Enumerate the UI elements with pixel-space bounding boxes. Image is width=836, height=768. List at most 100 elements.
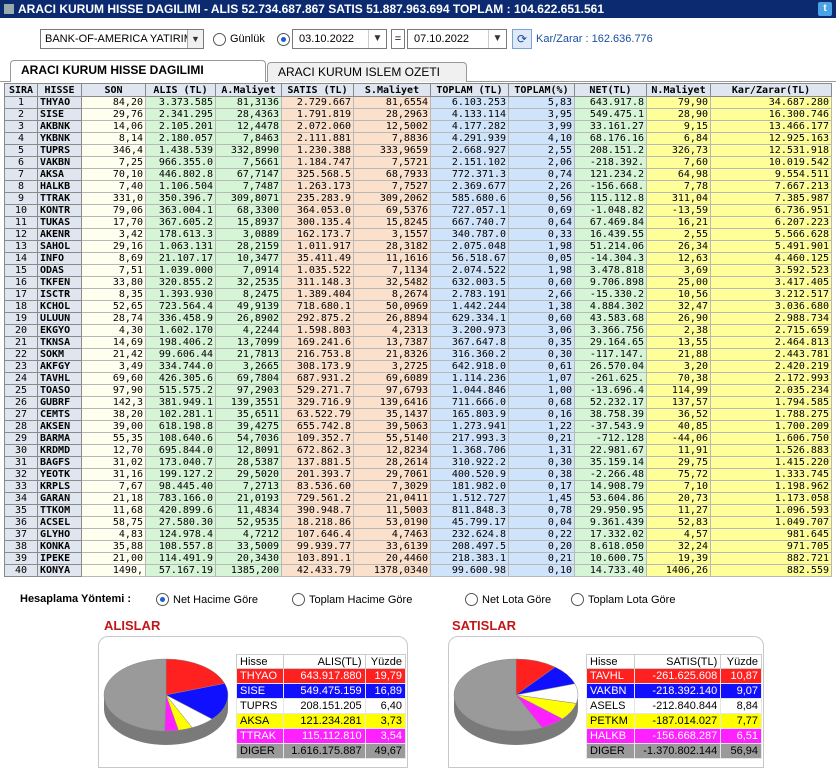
table-row[interactable]: 29 BARMA 55,35 108.640.6 54,7036 109.352.7 55,… xyxy=(4,432,832,445)
cell-toplam-pct: 0,60 xyxy=(508,276,575,289)
table-row[interactable]: 28 AKSEN 39,00 618.198.8 39,4275 655.742.8 39,… xyxy=(4,420,832,433)
table-row[interactable]: 22 SOKM 21,42 99.606.44 21,7813 216.753.8 21,8… xyxy=(4,348,832,361)
table-row[interactable]: 35 TTKOM 11,68 420.899.6 11,4834 390.948.7 11,… xyxy=(4,504,832,517)
legend-row[interactable]: DIGER -1.370.802.144 56,94 xyxy=(586,743,762,759)
radio-toplam-lota[interactable] xyxy=(571,593,584,606)
radio-toplam-hacim[interactable] xyxy=(292,593,305,606)
table-row[interactable]: 12 AKENR 3,42 178.613.3 3,0889 162.173.7 3,155… xyxy=(4,228,832,241)
cell-hisse: YEOTK xyxy=(37,468,82,481)
table-row[interactable]: 20 EKGYO 4,30 1.602.170 4,2244 1.598.803 4,231… xyxy=(4,324,832,337)
table-row[interactable]: 11 TUKAS 17,70 367.605.2 15,8937 300.135.4 15,… xyxy=(4,216,832,229)
legend-row[interactable]: ASELS -212.840.844 8,84 xyxy=(586,698,762,714)
table-row[interactable]: 19 ULUUN 28,74 336.458.9 26,8902 292.875.2 26,… xyxy=(4,312,832,325)
table-row[interactable]: 7 AKSA 70,10 446.802.8 67,7147 325.568.5 68,79… xyxy=(4,168,832,181)
column-header-n-maliyet[interactable]: N.Maliyet xyxy=(646,83,711,97)
legend-row[interactable]: TAVHL -261.625.608 10,87 xyxy=(586,668,762,684)
radio-label: Net Lota Göre xyxy=(482,594,552,606)
column-header-toplam[interactable]: TOPLAM (TL) xyxy=(430,83,509,97)
cell-sira: 35 xyxy=(4,504,38,517)
cell-a-maliyet: 28,2159 xyxy=(215,240,282,253)
cell-n-maliyet: 7,10 xyxy=(646,480,711,493)
cell-s-maliyet: 55,5140 xyxy=(353,432,431,445)
cell-toplam: 2.668.927 xyxy=(430,144,509,157)
cell-satis: 1.389.404 xyxy=(281,288,354,301)
cell-net: 22.981.67 xyxy=(574,444,647,457)
table-row[interactable]: 30 KRDMD 12,70 695.844.0 12,8091 672.862.3 12,… xyxy=(4,444,832,457)
table-row[interactable]: 36 ACSEL 58,75 27.580.30 52,9535 18.218.86 53,… xyxy=(4,516,832,529)
date-from-field[interactable]: 03.10.2022 ▼ xyxy=(292,29,387,49)
table-row[interactable]: 32 YEOTK 31,16 199.127.2 29,5020 201.393.7 29,… xyxy=(4,468,832,481)
table-row[interactable]: 10 KONTR 79,06 363.004.1 68,3300 364.053.0 69,… xyxy=(4,204,832,217)
table-row[interactable]: 39 IPEKE 21,00 114.491.9 20,3430 103.891.1 20,… xyxy=(4,552,832,565)
cell-toplam: 632.003.5 xyxy=(430,276,509,289)
cell-net: -13.696.4 xyxy=(574,384,647,397)
column-header-kar-zarar[interactable]: Kar/Zarar(TL) xyxy=(710,83,832,97)
table-row[interactable]: 27 CEMTS 38,20 102.281.1 35,6511 63.522.79 35,… xyxy=(4,408,832,421)
legend-row[interactable]: HALKB -156.668.287 6,51 xyxy=(586,728,762,744)
table-row[interactable]: 13 SAHOL 29,16 1.063.131 28,2159 1.011.917 28,… xyxy=(4,240,832,253)
refresh-button[interactable]: ⟳ xyxy=(512,29,532,49)
chevron-down-icon[interactable]: ▼ xyxy=(187,30,203,48)
table-row[interactable]: 40 KONYA 1490, 57.167.19 1385,200 42.433.79 13… xyxy=(4,564,832,577)
column-header-satis[interactable]: SATIS (TL) xyxy=(281,83,354,97)
legend-row[interactable]: THYAO 643.917.880 19,79 xyxy=(236,668,407,684)
cell-n-maliyet: 1406,26 xyxy=(646,564,711,577)
radio-gunluk[interactable] xyxy=(213,33,226,46)
table-row[interactable]: 9 TTRAK 331,0 350.396.7 309,8071 235.283.9 309… xyxy=(4,192,832,205)
table-row[interactable]: 16 TKFEN 33,80 320.855.2 32,2535 311.148.3 32,… xyxy=(4,276,832,289)
broker-select[interactable]: BANK-OF-AMERICA YATIRIM ▼ xyxy=(40,29,204,49)
calendar-dropdown-icon[interactable]: ▼ xyxy=(368,30,386,48)
table-row[interactable]: 4 YKBNK 8,14 2.180.057 7,8463 2.111.881 7,8836… xyxy=(4,132,832,145)
table-row[interactable]: 21 TKNSA 14,69 198.406.2 13,7099 169.241.6 13,… xyxy=(4,336,832,349)
twitter-icon[interactable]: t xyxy=(818,2,832,16)
calendar-dropdown-icon[interactable]: ▼ xyxy=(488,30,506,48)
table-row[interactable]: 26 GUBRF 142,3 381.949.1 139,3551 329.716.9 13… xyxy=(4,396,832,409)
radio-date-range[interactable] xyxy=(277,33,290,46)
table-row[interactable]: 2 SISE 29,76 2.341.295 28,4363 1.791.819 28,29… xyxy=(4,108,832,121)
tab-hisse-dagilimi[interactable]: ARACI KURUM HISSE DAGILIMI xyxy=(10,60,266,82)
table-row[interactable]: 37 GLYHO 4,83 124.978.4 4,7212 107.646.4 4,746… xyxy=(4,528,832,541)
table-row[interactable]: 5 TUPRS 346,4 1.438.539 332,8990 1.230.388 333… xyxy=(4,144,832,157)
legend-row[interactable]: TTRAK 115.112.810 3,54 xyxy=(236,728,407,744)
cell-s-maliyet: 3,2725 xyxy=(353,360,431,373)
date-to-field[interactable]: 07.10.2022 ▼ xyxy=(407,29,507,49)
cell-n-maliyet: 75,72 xyxy=(646,468,711,481)
legend-row[interactable]: SISE 549.475.159 16,89 xyxy=(236,683,407,699)
table-row[interactable]: 23 AKFGY 3,49 334.744.0 3,2665 308.173.9 3,272… xyxy=(4,360,832,373)
table-row[interactable]: 8 HALKB 7,40 1.106.504 7,7487 1.263.173 7,7527… xyxy=(4,180,832,193)
column-header-hisse[interactable]: HISSE xyxy=(37,83,82,97)
column-header-son[interactable]: SON xyxy=(81,83,146,97)
table-row[interactable]: 17 ISCTR 8,35 1.393.930 8,2475 1.389.404 8,267… xyxy=(4,288,832,301)
table-row[interactable]: 25 TOASO 97,90 515.575.2 97,2903 529.271.7 97,… xyxy=(4,384,832,397)
table-row[interactable]: 34 GARAN 21,18 783.166.0 21,0193 729.561.2 21,… xyxy=(4,492,832,505)
column-header-alis[interactable]: ALIS (TL) xyxy=(145,83,216,97)
legend-row[interactable]: PETKM -187.014.027 7,77 xyxy=(586,713,762,729)
table-row[interactable]: 6 VAKBN 7,25 966.355.0 7,5661 1.184.747 7,5721… xyxy=(4,156,832,169)
table-row[interactable]: 1 THYAO 84,20 3.373.585 81,3136 2.729.667 81,6… xyxy=(4,96,832,109)
cell-sira: 16 xyxy=(4,276,38,289)
cell-s-maliyet: 309,2062 xyxy=(353,192,431,205)
table-row[interactable]: 31 BAGFS 31,02 173.040.7 28,5387 137.881.5 28,… xyxy=(4,456,832,469)
radio-net-hacim[interactable] xyxy=(156,593,169,606)
legend-row[interactable]: TUPRS 208.151.205 6,40 xyxy=(236,698,407,714)
column-header-net[interactable]: NET(TL) xyxy=(574,83,647,97)
cell-hisse: ULUUN xyxy=(37,312,82,325)
column-header-a-maliyet[interactable]: A.Maliyet xyxy=(215,83,282,97)
table-row[interactable]: 14 INFO 8,69 21.107.17 10,3477 35.411.49 11,16… xyxy=(4,252,832,265)
table-row[interactable]: 3 AKBNK 14,06 2.105.201 12,4478 2.072.060 12,5… xyxy=(4,120,832,133)
table-row[interactable]: 18 KCHOL 52,65 723.564.4 49,9139 718.680.1 50,… xyxy=(4,300,832,313)
table-row[interactable]: 33 KRPLS 7,67 98.445.40 7,2713 83.536.60 7,302… xyxy=(4,480,832,493)
legend-row[interactable]: AKSA 121.234.281 3,73 xyxy=(236,713,407,729)
cell-n-maliyet: 32,24 xyxy=(646,540,711,553)
column-header-toplam-pct[interactable]: TOPLAM(%) xyxy=(508,83,575,97)
column-header-s-maliyet[interactable]: S.Maliyet xyxy=(353,83,431,97)
table-row[interactable]: 15 ODAS 7,51 1.039.000 7,0914 1.035.522 7,1134… xyxy=(4,264,832,277)
cell-satis: 729.561.2 xyxy=(281,492,354,505)
legend-row[interactable]: DIGER 1.616.175.887 49,67 xyxy=(236,743,407,759)
legend-row[interactable]: VAKBN -218.392.140 9,07 xyxy=(586,683,762,699)
column-header-sira[interactable]: SIRA xyxy=(4,83,38,97)
radio-net-lota[interactable] xyxy=(465,593,478,606)
table-row[interactable]: 38 KONKA 35,88 108.557.8 33,5009 99.939.77 33,… xyxy=(4,540,832,553)
tab-islem-ozeti[interactable]: ARACI KURUM ISLEM OZETI xyxy=(267,62,467,82)
table-row[interactable]: 24 TAVHL 69,60 426.305.6 69,7804 687.931.2 69,… xyxy=(4,372,832,385)
